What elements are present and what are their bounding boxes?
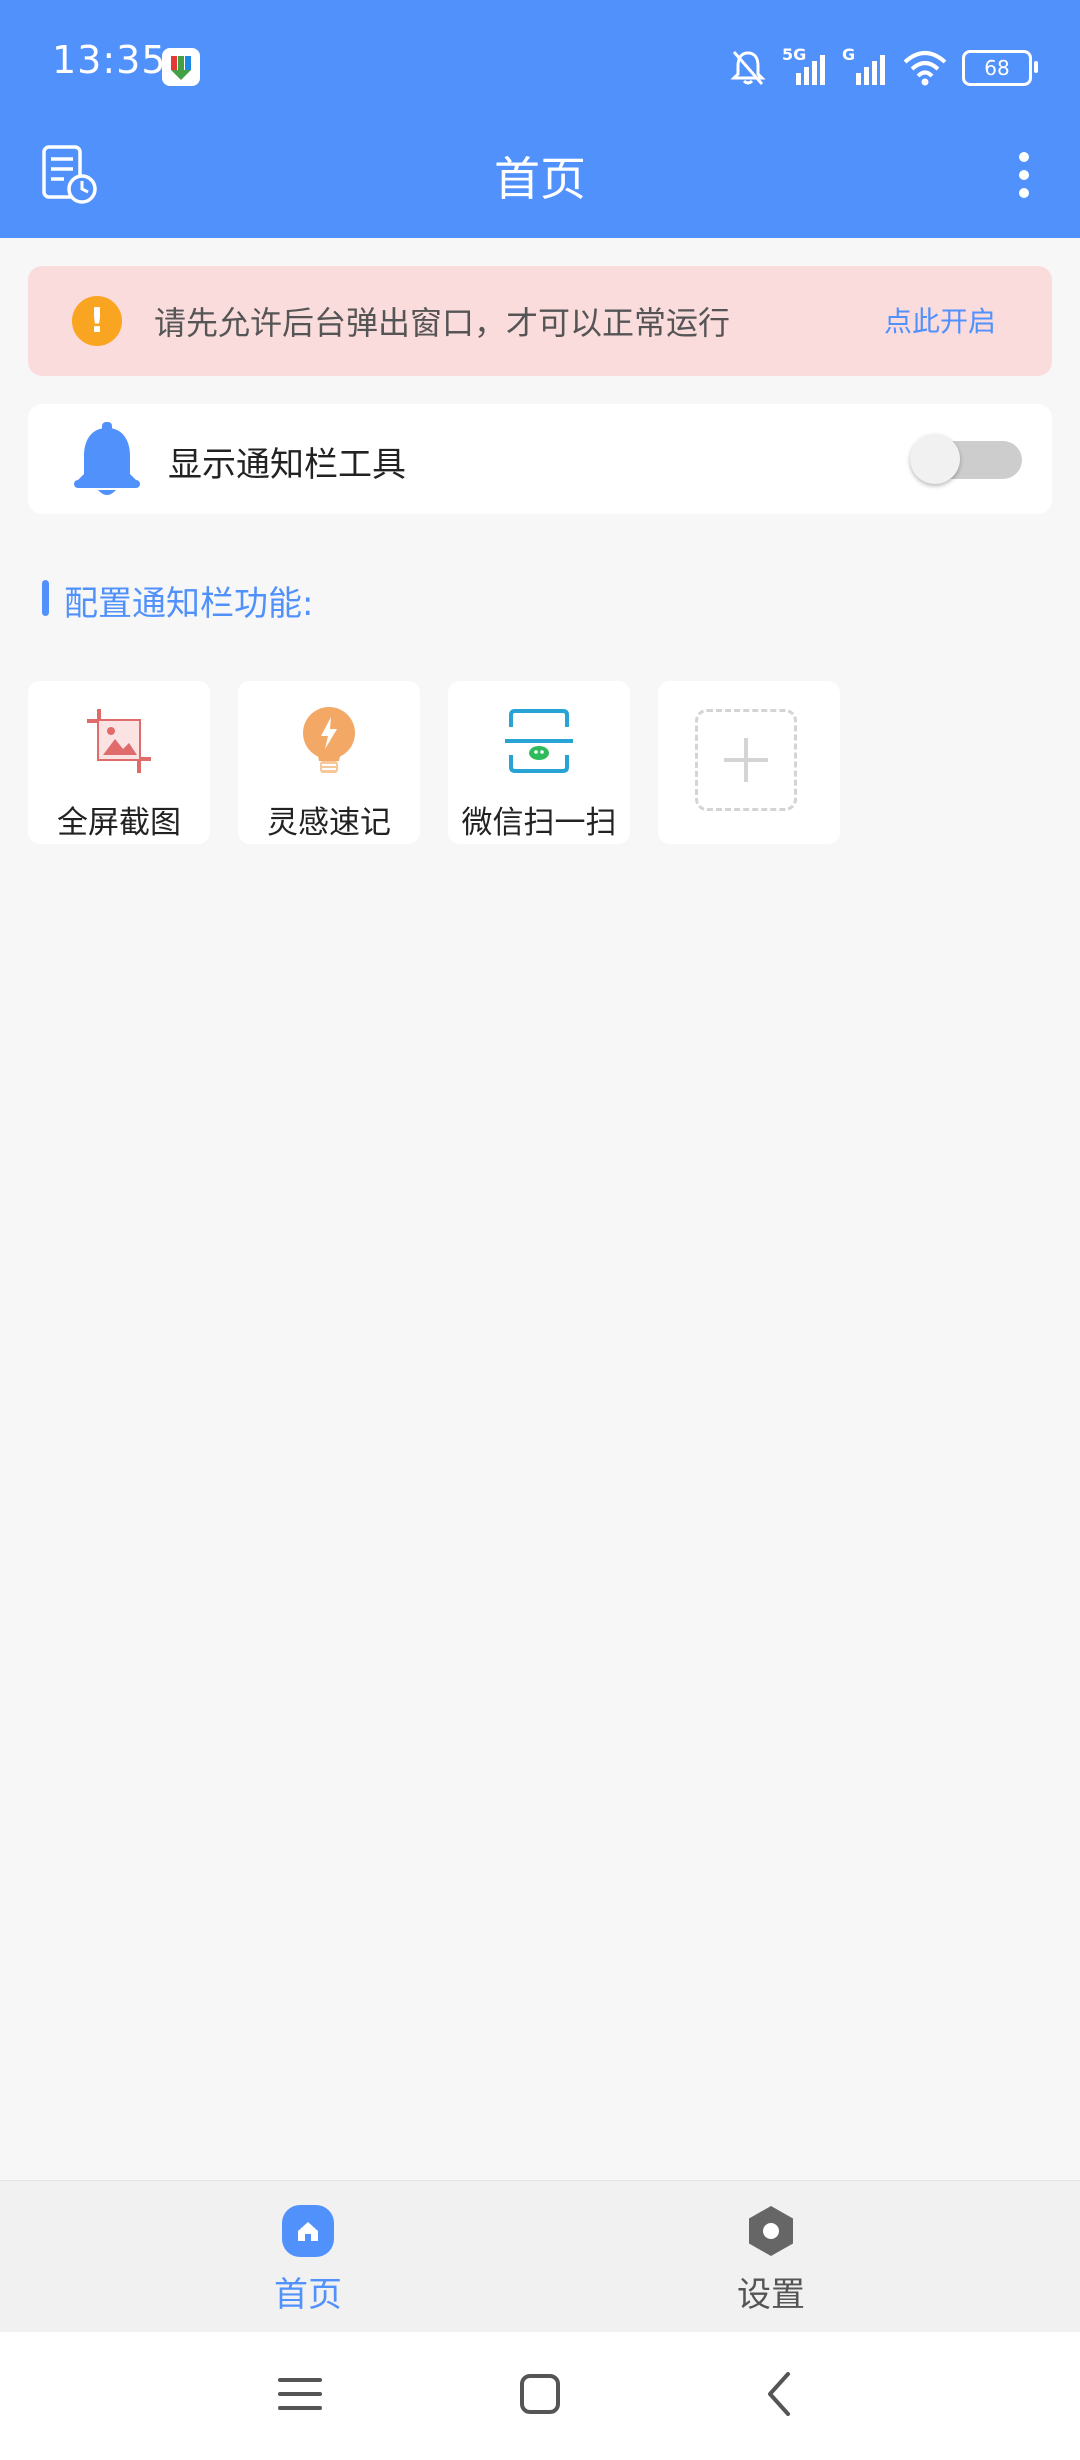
crop-image-icon: [81, 703, 157, 779]
section-title: 配置通知栏功能:: [64, 584, 314, 624]
menu-icon[interactable]: [268, 2362, 332, 2426]
notification-tool-label: 显示通知栏工具: [168, 445, 406, 485]
tab-settings[interactable]: 设置: [621, 2181, 921, 2333]
signal-5g-icon: 5G: [782, 45, 828, 85]
bottom-tab-bar: 首页 设置: [0, 2180, 1080, 2333]
scan-icon: [501, 703, 577, 779]
warning-icon: !: [72, 296, 122, 346]
bell-muted-icon: [730, 51, 766, 85]
signal-g-icon: G: [842, 45, 888, 85]
home-icon: [280, 2203, 336, 2259]
network-type-g: G: [842, 45, 856, 64]
banner-message: 请先允许后台弹出窗口，才可以正常运行: [154, 304, 731, 342]
battery-indicator: 68: [962, 50, 1038, 86]
page-title: 首页: [494, 152, 586, 206]
app-notification-icon: [162, 48, 200, 86]
tile-label: 全屏截图: [57, 805, 181, 841]
status-time: 13:35: [52, 38, 167, 82]
tile-label: 灵感速记: [267, 805, 391, 841]
notification-tool-switch[interactable]: [910, 434, 1022, 484]
notification-tool-card: 显示通知栏工具: [28, 404, 1052, 514]
permission-banner: ! 请先允许后台弹出窗口，才可以正常运行 点此开启: [28, 266, 1052, 376]
tile-label: 微信扫一扫: [461, 805, 617, 841]
wifi-icon: [903, 51, 947, 86]
back-icon[interactable]: [748, 2362, 812, 2426]
tile-wechat-scan[interactable]: 微信扫一扫: [448, 681, 630, 844]
tab-home-label: 首页: [274, 2275, 342, 2315]
enable-permission-link[interactable]: 点此开启: [884, 300, 996, 340]
tab-home[interactable]: 首页: [158, 2181, 458, 2333]
switch-thumb: [910, 434, 960, 484]
lightbulb-icon: [291, 703, 367, 779]
bell-icon: [62, 418, 152, 502]
tile-screenshot[interactable]: 全屏截图: [28, 681, 210, 844]
more-menu-icon[interactable]: [1010, 145, 1038, 205]
section-accent-bar: [42, 580, 49, 616]
add-icon: [695, 709, 797, 811]
network-type-5g: 5G: [782, 45, 807, 64]
tile-add-function[interactable]: [658, 681, 840, 844]
tab-settings-label: 设置: [737, 2275, 805, 2315]
tile-quick-note[interactable]: 灵感速记: [238, 681, 420, 844]
system-nav-bar: [0, 2332, 1080, 2460]
status-indicators: 5G G 68: [728, 40, 1038, 96]
home-button-icon[interactable]: [508, 2362, 572, 2426]
app-bar: 首页: [0, 125, 1080, 238]
status-bar: 13:35 5G G 68: [0, 0, 1080, 125]
settings-icon: [743, 2203, 799, 2259]
